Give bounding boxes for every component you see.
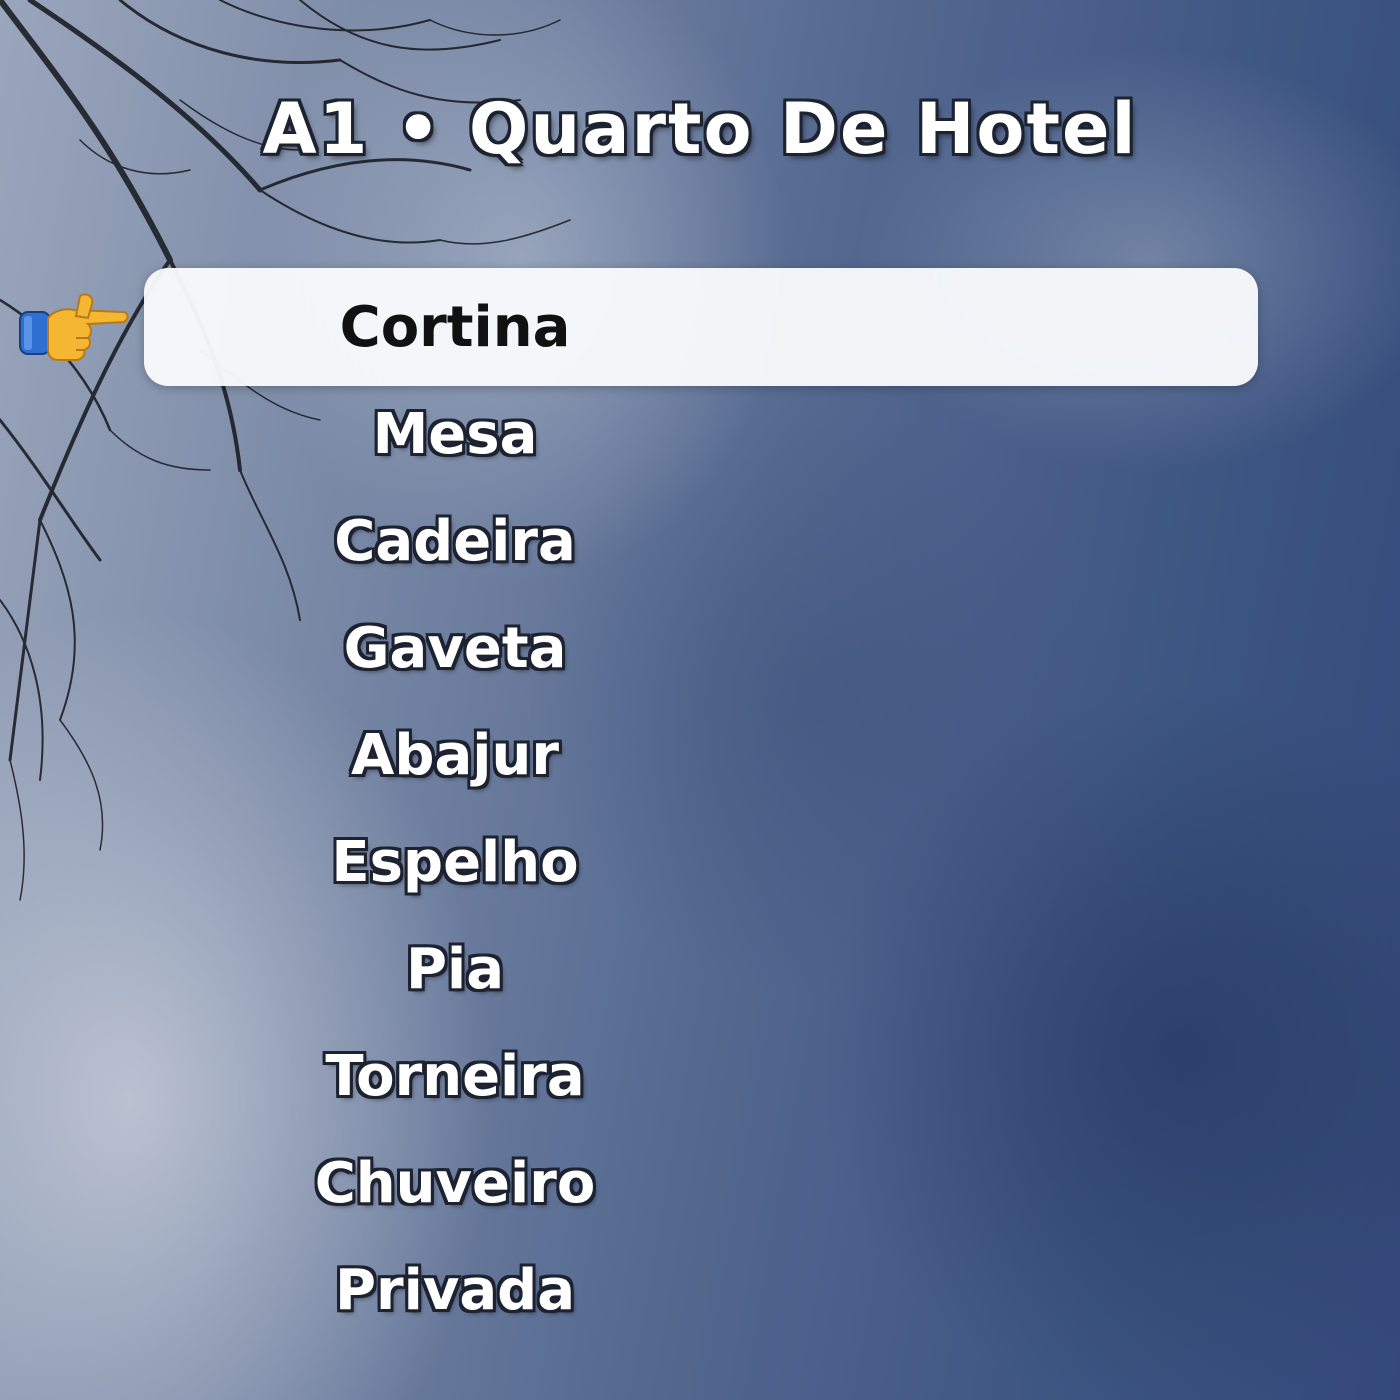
menu-item-mesa[interactable]: Mesa [0, 395, 910, 475]
menu-item-privada[interactable]: Privada [0, 1251, 910, 1331]
menu-item-espelho[interactable]: Espelho [0, 823, 910, 903]
menu-title: A1 • Quarto De Hotel [262, 88, 1138, 170]
menu-item-abajur[interactable]: Abajur [0, 716, 910, 796]
menu-item-pia[interactable]: Pia [0, 930, 910, 1010]
menu-item-cadeira[interactable]: Cadeira [0, 502, 910, 582]
menu-item-torneira[interactable]: Torneira [0, 1037, 910, 1117]
menu-item-gaveta[interactable]: Gaveta [0, 609, 910, 689]
menu-item-cortina[interactable]: Cortina [0, 288, 910, 368]
menu-item-chuveiro[interactable]: Chuveiro [0, 1144, 910, 1224]
